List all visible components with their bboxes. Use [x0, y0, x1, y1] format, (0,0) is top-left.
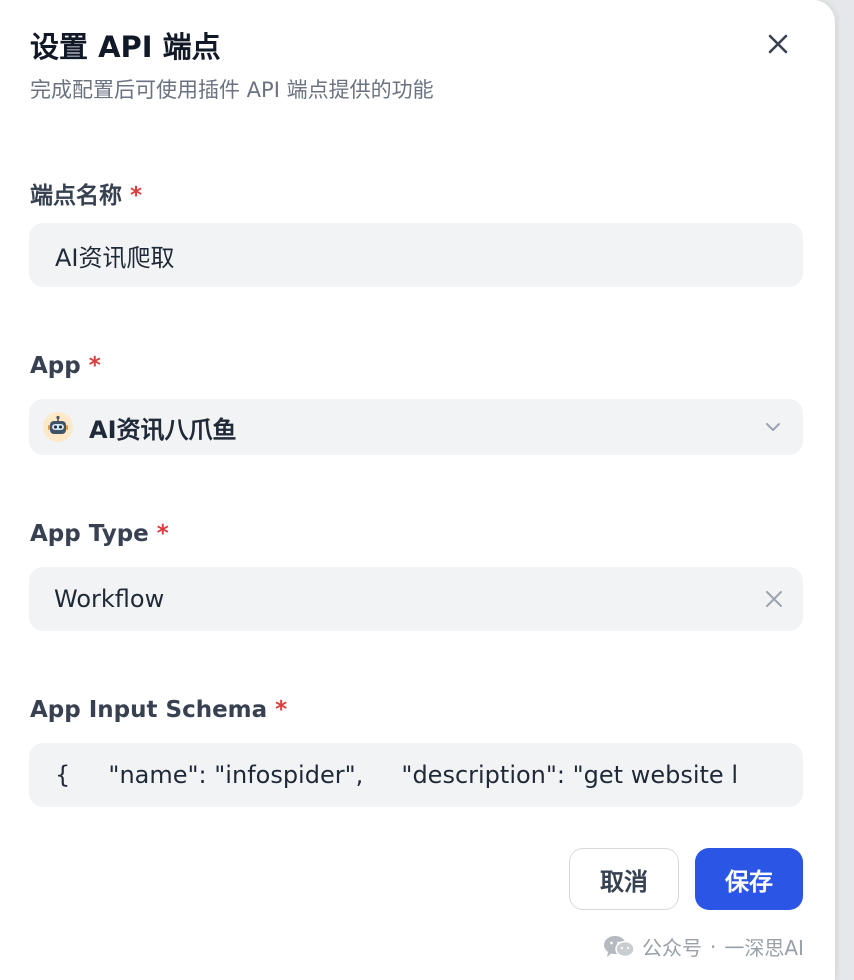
close-button[interactable]	[760, 26, 796, 62]
cancel-button[interactable]: 取消	[569, 848, 679, 910]
robot-icon	[43, 412, 73, 442]
app-input-schema-value[interactable]: { "name": "infospider", "description": "…	[55, 761, 738, 789]
app-selected-value: AI资讯八爪鱼	[89, 415, 237, 444]
app-type-label: App Type *	[30, 521, 169, 547]
wechat-icon	[604, 935, 635, 957]
required-mark: *	[156, 521, 169, 547]
chevron-down-icon[interactable]	[763, 417, 783, 437]
close-icon	[768, 34, 788, 54]
watermark: 公众号 · 一深思AI	[602, 932, 804, 961]
required-mark: *	[88, 353, 101, 379]
app-input-schema-field[interactable]: { "name": "infospider", "description": "…	[29, 743, 803, 807]
app-type-value: Workflow	[54, 585, 165, 613]
watermark-author: 一深思AI	[724, 936, 804, 960]
watermark-separator: ·	[710, 934, 717, 959]
endpoint-name-input[interactable]	[55, 241, 803, 269]
endpoint-name-label: 端点名称 *	[30, 183, 143, 209]
app-input-schema-label: App Input Schema *	[30, 697, 288, 723]
watermark-source: 公众号	[642, 936, 702, 960]
app-label: App *	[30, 353, 101, 379]
required-mark: *	[130, 183, 143, 209]
clear-icon[interactable]	[765, 590, 783, 608]
required-mark: *	[275, 697, 288, 723]
dialog-subtitle: 完成配置后可使用插件 API 端点提供的功能	[30, 78, 434, 102]
dialog-title: 设置 API 端点	[30, 30, 221, 64]
app-type-select[interactable]: Workflow	[29, 567, 803, 631]
endpoint-name-field[interactable]	[29, 223, 803, 287]
app-select[interactable]: AI资讯八爪鱼	[29, 399, 803, 455]
api-endpoint-dialog: 设置 API 端点 完成配置后可使用插件 API 端点提供的功能 端点名称 * A…	[0, 0, 835, 980]
save-button[interactable]: 保存	[695, 848, 803, 910]
